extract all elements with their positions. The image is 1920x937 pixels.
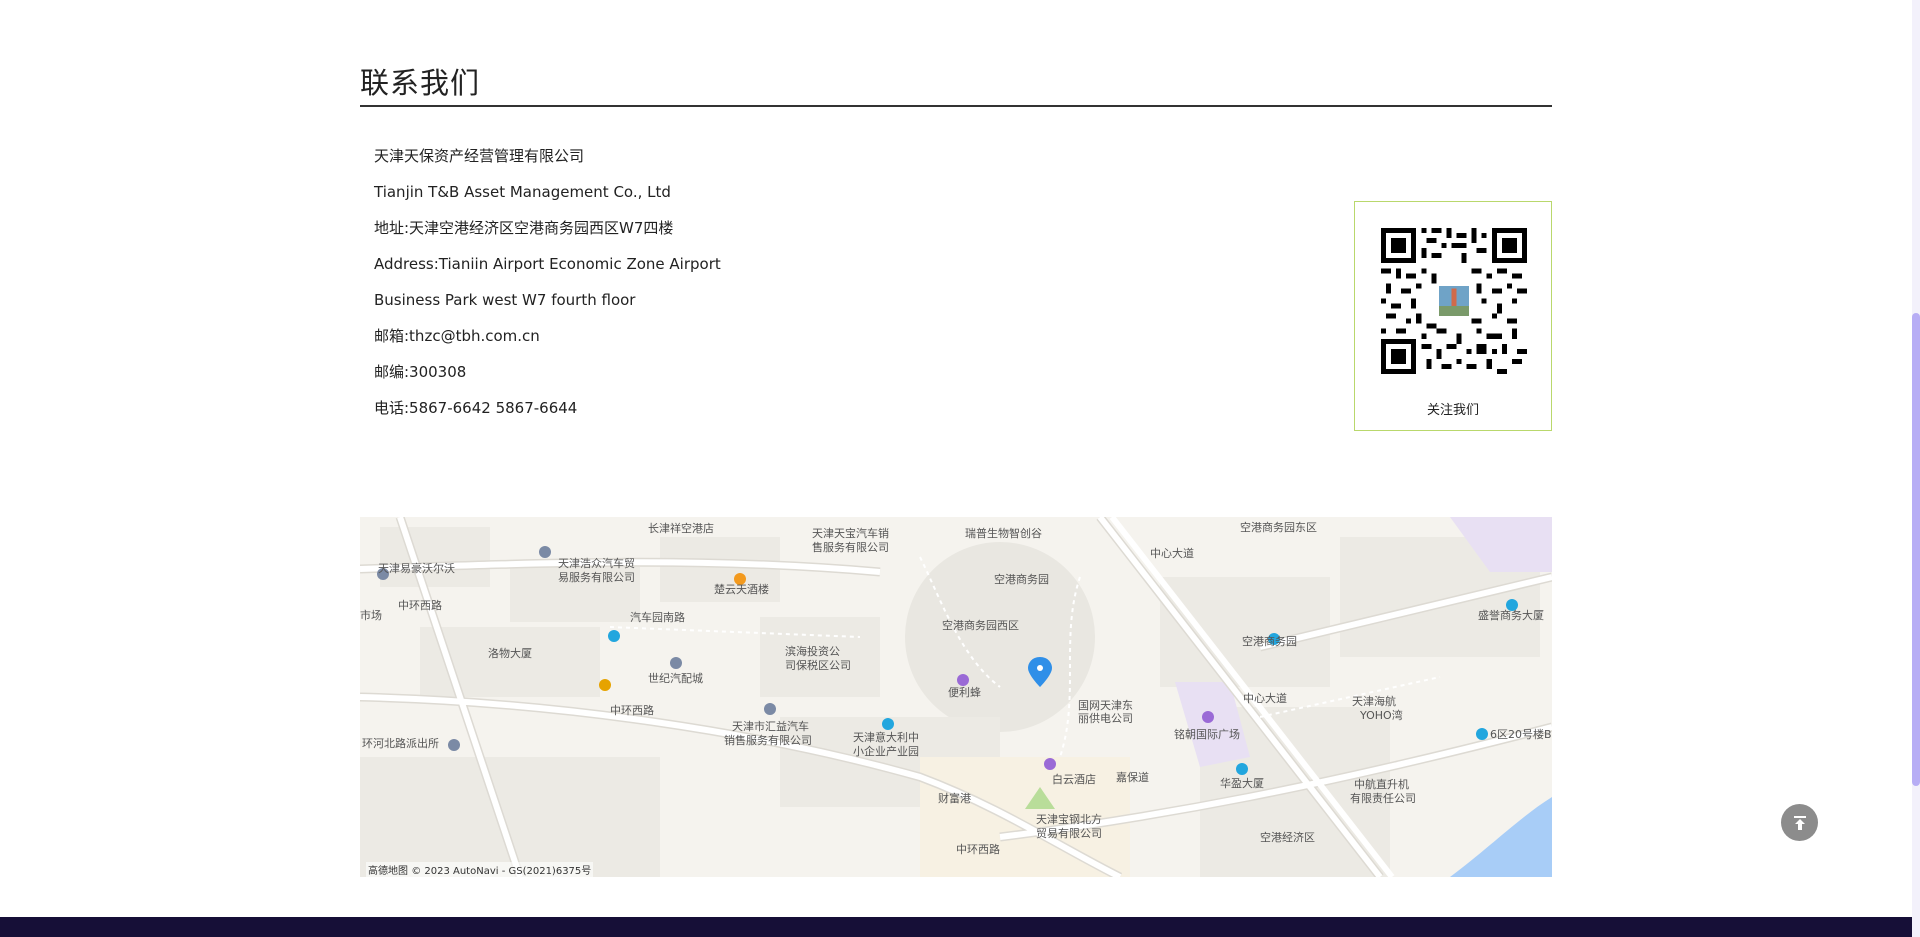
- map-logo: 高德地图: [368, 866, 408, 877]
- footer-bar: [0, 917, 1915, 937]
- map-place-label: 有限责任公司: [1350, 791, 1416, 805]
- map-place-label: 6区20号楼B: [1490, 727, 1552, 741]
- map-place-label: 楚云天酒楼: [714, 582, 769, 596]
- page-title: 联系我们: [360, 66, 481, 100]
- contact-info: 天津天保资产经营管理有限公司 Tianjin T&B Asset Managem…: [374, 138, 721, 426]
- map-place-label: 瑞普生物智创谷: [965, 526, 1042, 540]
- address-cn: 地址:天津空港经济区空港商务园西区W7四楼: [374, 219, 674, 237]
- map-place-label: 中心大道: [1150, 546, 1194, 560]
- map-place-label: 司保税区公司: [785, 658, 851, 672]
- map-place-label: 丽供电公司: [1078, 711, 1133, 725]
- map-place-label: 华盈大厦: [1220, 776, 1264, 790]
- title-divider: [360, 105, 1552, 107]
- map-place-label: 空港商务园西区: [942, 618, 1019, 632]
- email: 邮箱:thzc@tbh.com.cn: [374, 327, 540, 345]
- map-place-label: 售服务有限公司: [812, 540, 889, 554]
- map-copyright: © 2023 AutoNavi - GS(2021)6375号: [411, 866, 592, 877]
- map-place-label: 财富港: [938, 791, 971, 805]
- map-place-label: 中航直升机: [1354, 777, 1409, 791]
- address-en-line2: Business Park west W7 fourth floor: [374, 291, 636, 309]
- page-scrollbar[interactable]: [1912, 0, 1920, 937]
- map-place-label: 天津天宝汽车销: [812, 526, 889, 540]
- map-place-label: 空港经济区: [1260, 830, 1315, 844]
- map-place-label: 易服务有限公司: [558, 570, 635, 584]
- map-place-label: 天津海航: [1352, 694, 1396, 708]
- map-attribution: 高德地图 © 2023 AutoNavi - GS(2021)6375号: [366, 862, 594, 877]
- map-place-label: 天津易豪沃尔沃: [378, 561, 455, 575]
- map-widget[interactable]: 长津祥空港店 天津天宝汽车销 售服务有限公司 瑞普生物智创谷 空港商务园东区天津浩众汽车…: [360, 517, 1552, 877]
- map-place-label: 嘉保道: [1116, 770, 1149, 784]
- map-place-label: 世纪汽配城: [648, 671, 703, 685]
- postcode: 邮编:300308: [374, 363, 467, 381]
- map-place-label: 天津浩众汽车贸: [558, 556, 635, 570]
- map-place-label: 空港商务园东区: [1240, 520, 1317, 534]
- map-place-label: 天津市汇益汽车: [732, 719, 809, 733]
- company-name-cn: 天津天保资产经营管理有限公司: [374, 147, 585, 165]
- map-place-label: 销售服务有限公司: [724, 733, 812, 747]
- map-place-label: 空港商务园: [994, 572, 1049, 586]
- map-place-label: 贸易有限公司: [1036, 826, 1102, 840]
- map-place-label: 滨海投资公: [785, 644, 840, 658]
- map-place-label: 汽车园南路: [630, 610, 685, 624]
- back-to-top-button[interactable]: [1781, 804, 1818, 841]
- qr-caption: 关注我们: [1426, 403, 1479, 418]
- map-place-label: 天津宝钢北方: [1036, 812, 1102, 826]
- map-canvas[interactable]: 长津祥空港店 天津天宝汽车销售服务有限公司 瑞普生物智创谷 空港商务园东区天津浩众汽车…: [360, 517, 1552, 877]
- map-place-label: 小企业产业园: [853, 744, 919, 758]
- map-place-label: 中环西路: [610, 704, 654, 717]
- map-place-label: YOHO湾: [1359, 708, 1403, 722]
- map-place-label: 长津祥空港店: [648, 521, 714, 535]
- map-place-label: 铭朝国际广场: [1174, 727, 1240, 741]
- arrow-up-to-line-icon: [1793, 815, 1806, 830]
- scrollbar-thumb[interactable]: [1912, 313, 1920, 786]
- address-en-line1: Address:Tianiin Airport Economic Zone Ai…: [374, 255, 721, 273]
- phone: 电话:5867-6642 5867-6644: [374, 399, 578, 417]
- company-name-en: Tianjin T&B Asset Management Co., Ltd: [374, 183, 671, 201]
- map-place-label: 中环西路: [398, 599, 442, 612]
- map-place-label: 天津意大利中: [853, 730, 919, 744]
- map-place-label: 便利蜂: [948, 685, 981, 699]
- map-place-label: 市场: [360, 608, 382, 622]
- map-place-label: 白云酒店: [1052, 772, 1096, 786]
- map-place-label: 国网天津东: [1078, 699, 1133, 712]
- map-place-label: 盛誉商务大厦: [1478, 608, 1544, 622]
- map-place-label: 中环西路: [956, 843, 1000, 856]
- qr-code: [1381, 228, 1527, 374]
- map-place-label: 洛物大厦: [488, 646, 532, 660]
- qr-card: 关注我们: [1354, 201, 1552, 431]
- map-place-label: 空港商务园: [1242, 634, 1297, 648]
- map-place-label: 环河北路派出所: [362, 736, 439, 750]
- map-place-label: 中心大道: [1243, 691, 1287, 705]
